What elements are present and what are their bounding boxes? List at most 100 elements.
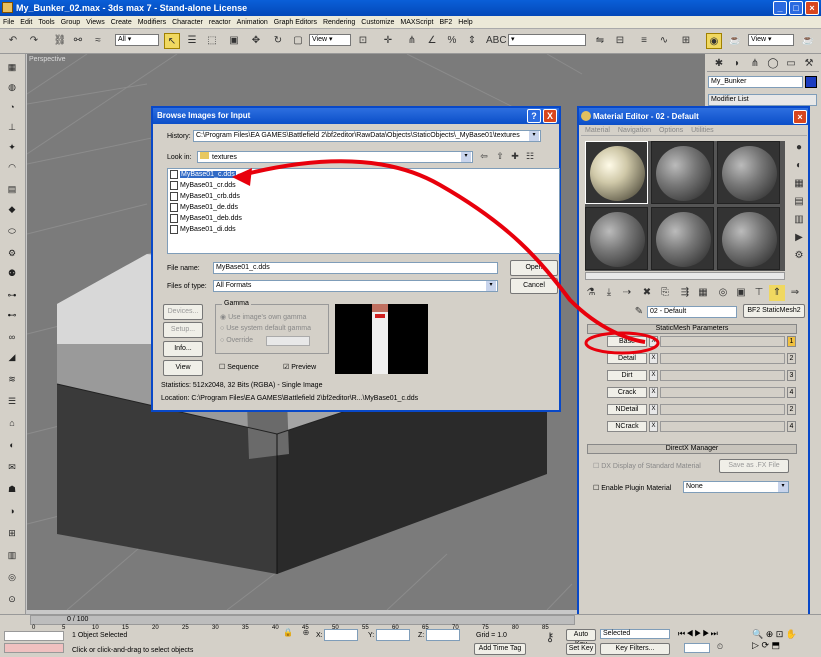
select-by-name-icon[interactable]: ☰: [184, 33, 200, 49]
new-folder-icon[interactable]: ✚: [508, 149, 522, 163]
history-chevron-icon[interactable]: ▾: [529, 131, 539, 141]
info-button[interactable]: Info...: [163, 341, 203, 357]
time-slider[interactable]: 0 / 100: [30, 615, 575, 625]
map-button-base[interactable]: Base: [607, 336, 647, 347]
map-clear-button[interactable]: X: [649, 421, 658, 432]
y-coord-field[interactable]: [376, 629, 410, 641]
make-unique-icon[interactable]: ⇶: [677, 285, 693, 301]
close-button[interactable]: ×: [805, 1, 819, 15]
menu-item-maxscript[interactable]: MAXScript: [397, 16, 436, 29]
z-coord-field[interactable]: [426, 629, 460, 641]
staticmesh-rollout-header[interactable]: StaticMesh Parameters: [587, 324, 797, 334]
sample-slot-5[interactable]: [651, 207, 714, 270]
map-slot[interactable]: [660, 387, 785, 398]
gamma-option-system[interactable]: ○ Use system default gamma: [220, 325, 311, 332]
pan-icon[interactable]: ✋: [786, 629, 797, 639]
map-button-crack[interactable]: Crack: [607, 387, 647, 398]
map-button-ncrack[interactable]: NCrack: [607, 421, 647, 432]
material-menu-material[interactable]: Material: [581, 125, 614, 136]
pivot-icon[interactable]: ⊡: [355, 33, 371, 49]
toolbar-icon-16[interactable]: ≋: [4, 374, 20, 388]
select-link-icon[interactable]: ⛓: [52, 33, 68, 49]
render-view-dropdown[interactable]: View ▾: [748, 34, 794, 46]
material-menu-navigation[interactable]: Navigation: [614, 125, 655, 136]
put-to-library-icon[interactable]: ▦: [695, 285, 711, 301]
mirror-icon[interactable]: ⇋: [592, 33, 608, 49]
zoom-all-icon[interactable]: ⊕: [766, 629, 774, 639]
toolbar-icon-26[interactable]: ⊙: [4, 594, 20, 608]
undo-icon[interactable]: ↶: [5, 33, 21, 49]
dx-display-checkbox[interactable]: ☐ DX Display of Standard Material: [593, 462, 701, 470]
rotate-icon[interactable]: ↻: [270, 33, 286, 49]
angle-snap-icon[interactable]: ∠: [424, 33, 440, 49]
current-frame-field[interactable]: [684, 643, 710, 653]
backlight-icon[interactable]: ◐: [791, 158, 807, 174]
show-map-icon[interactable]: ▣: [733, 285, 749, 301]
toolbar-icon-21[interactable]: ☗: [4, 484, 20, 498]
menu-item-animation[interactable]: Animation: [234, 16, 271, 29]
setup-button[interactable]: Setup...: [163, 322, 203, 338]
add-time-tag-button[interactable]: Add Time Tag: [474, 643, 526, 655]
toolbar-icon-20[interactable]: ✉: [4, 462, 20, 476]
file-item[interactable]: MyBase01_crb.dds: [168, 191, 559, 202]
video-color-check-icon[interactable]: ▥: [791, 212, 807, 228]
fov-icon[interactable]: ▷: [752, 640, 759, 650]
rect-selection-icon[interactable]: ⬚: [204, 33, 220, 49]
menu-item-file[interactable]: File: [0, 16, 17, 29]
object-name-field[interactable]: My_Bunker: [708, 76, 803, 88]
map-slot[interactable]: [660, 421, 785, 432]
modify-tab-icon[interactable]: ◗: [729, 56, 745, 72]
select-arrow-icon[interactable]: ↖: [164, 33, 180, 49]
toolbar-icon-1[interactable]: ▦: [4, 62, 20, 76]
toolbar-icon-6[interactable]: ◠: [4, 162, 20, 176]
dialog-help-button[interactable]: ?: [527, 109, 541, 123]
gamma-option-own[interactable]: ◉ Use image's own gamma: [220, 313, 306, 321]
named-selection-icon[interactable]: ABC: [486, 33, 507, 49]
file-item[interactable]: MyBase01_di.dds: [168, 224, 559, 235]
spinner-snap-icon[interactable]: ⇕: [464, 33, 480, 49]
map-channel-number[interactable]: 3: [787, 370, 796, 381]
map-clear-button[interactable]: X: [649, 404, 658, 415]
sequence-checkbox[interactable]: ☐ Sequence: [219, 363, 259, 371]
get-material-icon[interactable]: ⚗: [583, 285, 599, 301]
select-manipulate-icon[interactable]: ✛: [380, 33, 396, 49]
directx-rollout-header[interactable]: DirectX Manager: [587, 444, 797, 454]
map-channel-number[interactable]: 4: [787, 421, 796, 432]
map-slot[interactable]: [660, 404, 785, 415]
sample-slot-6[interactable]: [717, 207, 780, 270]
view-menu-icon[interactable]: ☷: [523, 149, 537, 163]
toolbar-icon-12[interactable]: ⊶: [4, 290, 20, 304]
material-editor-close-button[interactable]: ×: [793, 110, 807, 124]
filetype-chevron-icon[interactable]: ▾: [486, 281, 496, 291]
layer-manager-icon[interactable]: ≡: [636, 33, 652, 49]
map-button-dirt[interactable]: Dirt: [607, 370, 647, 381]
menu-item-graph-editors[interactable]: Graph Editors: [271, 16, 320, 29]
named-selection-dropdown[interactable]: ▾: [508, 34, 586, 46]
zoom-icon[interactable]: 🔍: [752, 629, 763, 639]
menu-item-rendering[interactable]: Rendering: [320, 16, 358, 29]
show-end-result-icon[interactable]: ⊤: [751, 285, 767, 301]
zoom-extents-icon[interactable]: ⊡: [776, 629, 784, 639]
file-item[interactable]: MyBase01_c.dds: [168, 169, 559, 180]
background-icon[interactable]: ▦: [791, 176, 807, 192]
curve-editor-icon[interactable]: ∿: [656, 33, 672, 49]
toolbar-icon-10[interactable]: ⚙: [4, 248, 20, 262]
map-clear-button[interactable]: X: [649, 353, 658, 364]
plugin-chevron-icon[interactable]: ▾: [778, 482, 788, 492]
map-channel-number[interactable]: 1: [787, 336, 796, 347]
redo-icon[interactable]: ↷: [26, 33, 42, 49]
cancel-button[interactable]: Cancel: [510, 278, 558, 294]
map-slot[interactable]: [660, 336, 785, 347]
goto-start-icon[interactable]: ⏮: [678, 629, 686, 638]
goto-end-icon[interactable]: ⏭: [711, 629, 719, 638]
toolbar-icon-19[interactable]: ◐: [4, 440, 20, 454]
menu-item-modifiers[interactable]: Modifiers: [135, 16, 169, 29]
selection-filter-dropdown[interactable]: All ▾: [115, 34, 159, 46]
file-item[interactable]: MyBase01_de.dds: [168, 202, 559, 213]
material-menu-options[interactable]: Options: [655, 125, 687, 136]
sample-type-icon[interactable]: ●: [791, 140, 807, 156]
up-folder-icon[interactable]: ⇧: [493, 149, 507, 163]
menu-item-character[interactable]: Character: [169, 16, 206, 29]
menu-item-tools[interactable]: Tools: [35, 16, 57, 29]
absolute-mode-icon[interactable]: ⊕: [300, 627, 312, 639]
